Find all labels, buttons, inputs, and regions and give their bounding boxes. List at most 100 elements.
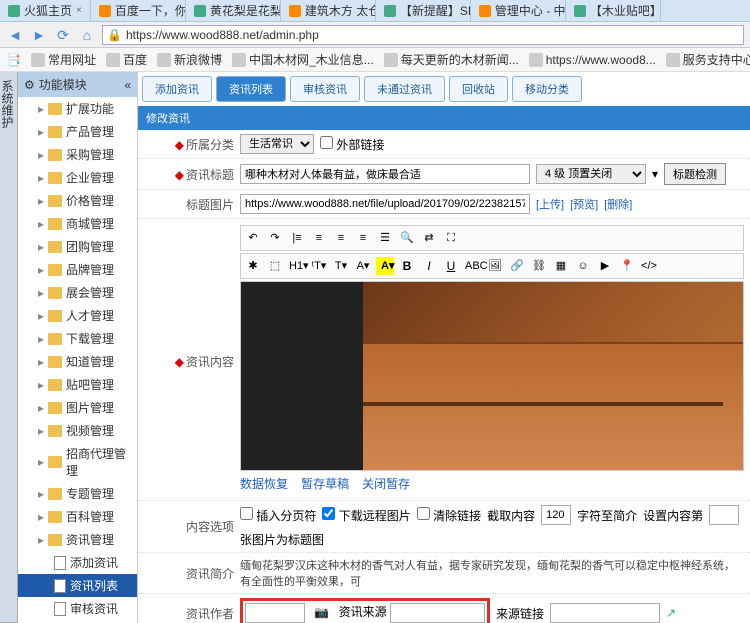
external-link-checkbox[interactable]: 外部链接 [320,136,384,153]
emoji-icon[interactable]: ☺ [574,257,592,275]
author-input[interactable] [245,603,305,623]
fontsize-icon[interactable]: ᵗT▾ [310,257,328,275]
setimg-input[interactable] [709,505,739,525]
bookmark-item[interactable]: 每天更新的木材新闻... [384,51,519,68]
tree-item[interactable]: ▸招商代理管理 [18,442,137,482]
opt-page[interactable]: 插入分页符 [240,507,316,524]
tree-item[interactable]: ▸人才管理 [18,304,137,327]
preview-link[interactable]: [预览] [570,196,598,212]
align-left-icon[interactable]: ≡ [310,229,328,247]
code-icon[interactable]: </> [640,257,658,275]
color-icon[interactable]: A▾ [354,257,372,275]
rail-item[interactable]: 系统维护 [0,76,17,623]
tree-item[interactable]: ▸团购管理 [18,235,137,258]
unlink-icon[interactable]: ⛓ [530,257,548,275]
image-icon[interactable]: 🖼 [486,257,504,275]
tree-item[interactable]: ▸价格管理 [18,189,137,212]
content-tab[interactable]: 审核资讯 [290,76,360,102]
html-icon[interactable]: ✱ [244,257,262,275]
thumb-input[interactable] [240,194,530,214]
italic-icon[interactable]: I [420,257,438,275]
map-icon[interactable]: 📍 [618,257,636,275]
browser-tab[interactable]: 火狐主页× [0,0,91,21]
tree-item[interactable]: ▸扩展功能 [18,97,137,120]
align-right-icon[interactable]: ≡ [354,229,372,247]
bookmark-item[interactable]: https://www.wood8... [529,53,656,67]
bookmark-icon[interactable]: 📑 [6,53,21,67]
goto-icon[interactable]: ↗ [666,606,676,620]
content-tab[interactable]: 回收站 [449,76,508,102]
replace-icon[interactable]: ⇄ [420,229,438,247]
forward-icon[interactable]: ► [30,26,48,44]
opt-remote[interactable]: 下载远程图片 [322,507,410,524]
table-icon[interactable]: ▦ [552,257,570,275]
content-tab[interactable]: 未通过资讯 [364,76,445,102]
category-select[interactable]: 生活常识 [240,134,314,154]
collapse-icon[interactable]: « [124,78,131,92]
tree-item[interactable]: ▸贴吧管理 [18,373,137,396]
tree-subitem[interactable]: 添加资讯 [18,551,137,574]
tree-item[interactable]: ▸企业管理 [18,166,137,189]
bookmark-item[interactable]: 新浪微博 [157,51,222,68]
home-icon[interactable]: ⌂ [78,26,96,44]
source-link-input[interactable] [550,603,660,623]
draft-link[interactable]: 暂存草稿 [301,477,349,491]
editor-content[interactable] [240,281,744,471]
title-input[interactable] [240,164,530,184]
strike-icon[interactable]: ABC [464,257,482,275]
search-icon[interactable]: 🔍 [398,229,416,247]
tree-item[interactable]: ▸资讯管理 [18,528,137,551]
tree-subitem[interactable]: 审核资讯 [18,597,137,620]
format-icon[interactable]: |≡ [288,229,306,247]
restore-link[interactable]: 数据恢复 [240,477,288,491]
url-input[interactable]: 🔒 https://www.wood888.net/admin.php [102,25,744,45]
color-icon[interactable]: ▾ [652,167,658,181]
tree-item[interactable]: ▸专题管理 [18,482,137,505]
tree-item[interactable]: ▸展会管理 [18,281,137,304]
tree-subitem[interactable]: 资讯列表 [18,574,137,597]
tree-item[interactable]: ▸产品管理 [18,120,137,143]
tree-item[interactable]: ▸知道管理 [18,350,137,373]
upload-link[interactable]: [上传] [536,196,564,212]
browser-tab[interactable]: 百度一下，你就知道× [91,0,186,21]
content-tab[interactable]: 资讯列表 [216,76,286,102]
bold-icon[interactable]: B [398,257,416,275]
title-check-button[interactable]: 标题检测 [664,163,726,185]
content-tab[interactable]: 移动分类 [512,76,582,102]
close-draft-link[interactable]: 关闭暂存 [362,477,410,491]
cut-input[interactable] [541,505,571,525]
tree-item[interactable]: ▸商城管理 [18,212,137,235]
tree-item[interactable]: ▸图片管理 [18,396,137,419]
bookmark-item[interactable]: 常用网址 [31,51,96,68]
bookmark-item[interactable]: 百度 [106,51,147,68]
browser-tab[interactable]: 【新提醒】SEO优化× [376,0,471,21]
heading-icon[interactable]: H1▾ [288,257,306,275]
source-input[interactable] [390,603,485,623]
tree-item[interactable]: ▸百科管理 [18,505,137,528]
font-icon[interactable]: T▾ [332,257,350,275]
bookmark-item[interactable]: 中国木材网_木业信息... [232,51,374,68]
reload-icon[interactable]: ⟳ [54,26,72,44]
delete-link[interactable]: [删除] [604,196,632,212]
browser-tab[interactable]: 【木业贴吧】× [566,0,661,21]
media-icon[interactable]: ▶ [596,257,614,275]
underline-icon[interactable]: U [442,257,460,275]
browser-tab[interactable]: 管理中心 - 中木商× [471,0,566,21]
opt-clear[interactable]: 清除链接 [417,507,481,524]
align-center-icon[interactable]: ≡ [332,229,350,247]
list-icon[interactable]: ☰ [376,229,394,247]
source-icon[interactable]: 📷 [314,605,329,619]
redo-icon[interactable]: ↷ [266,229,284,247]
bgcolor-icon[interactable]: A▾ [376,257,394,275]
undo-icon[interactable]: ↶ [244,229,262,247]
browser-tab[interactable]: 黄花梨是花梨木吗_× [186,0,281,21]
source-icon[interactable]: ⬚ [266,257,284,275]
tree-item[interactable]: ▸品牌管理 [18,258,137,281]
fullscreen-icon[interactable]: ⛶ [442,229,460,247]
bookmark-item[interactable]: 服务支持中心 [666,51,750,68]
tree-item[interactable]: ▸视频管理 [18,419,137,442]
back-icon[interactable]: ◄ [6,26,24,44]
content-tab[interactable]: 添加资讯 [142,76,212,102]
level-select[interactable]: 4 级 顶置关闭 [536,164,646,184]
link-icon[interactable]: 🔗 [508,257,526,275]
